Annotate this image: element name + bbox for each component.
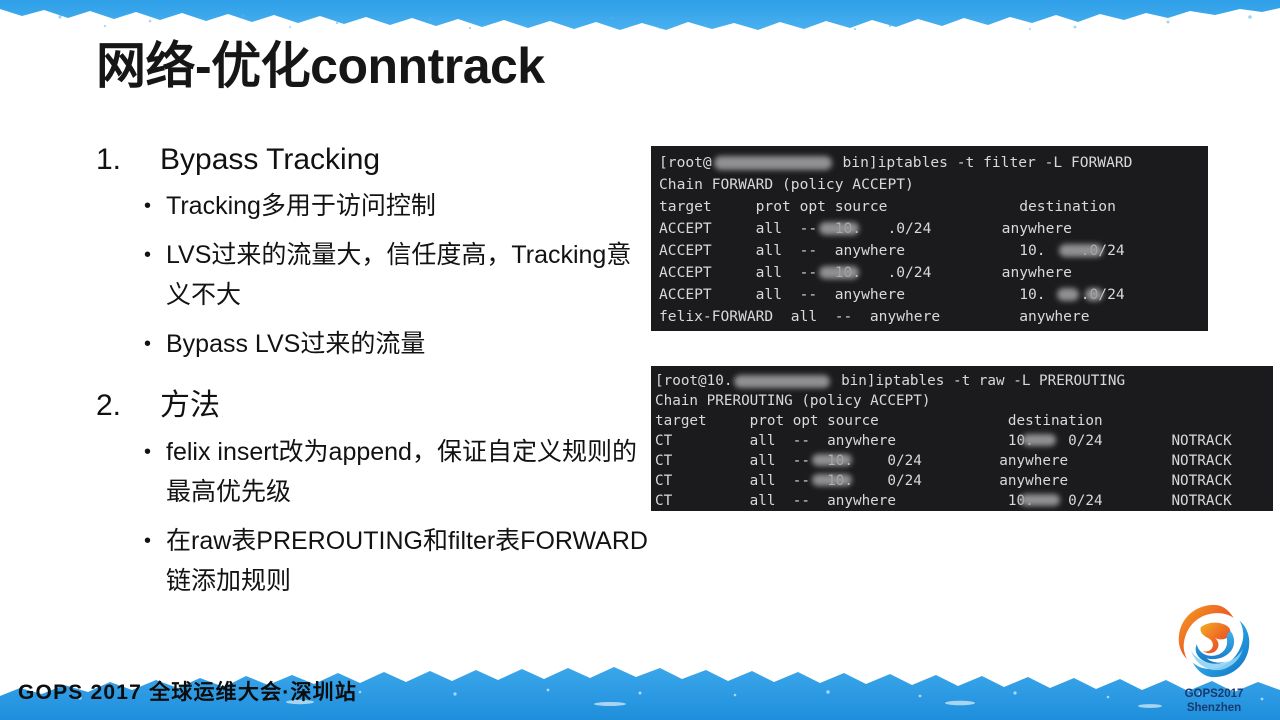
top-brush-shape [0, 0, 1280, 30]
terminal-column-header: target prot opt source destination [659, 198, 1116, 215]
redaction-mask [819, 222, 859, 235]
redaction-mask [734, 374, 831, 388]
list-item-label: Bypass LVS过来的流量 [166, 330, 426, 358]
table-row-text: ACCEPT all -- 10. .0/24 anywhere [659, 264, 1072, 281]
terminal-prompt-line: [root@10. bin]iptables -t raw -L PREROUT… [655, 371, 1273, 391]
table-row-text: CT all -- anywhere 10. 0/24 NOTRACK [655, 493, 1232, 509]
table-row-text: CT all -- 10. 0/24 anywhere NOTRACK [655, 473, 1232, 489]
redaction-mask [1059, 244, 1103, 257]
bullet-icon: • [144, 195, 152, 217]
table-row: ACCEPT all -- 10. .0/24 anywhere [659, 218, 1208, 240]
numbered-item-2-row: 2. 方法 [96, 384, 656, 428]
terminal-prompt-suffix: bin]iptables -t raw -L PREROUTING [832, 373, 1126, 389]
logo-caption-line1: GOPS2017 [1184, 688, 1244, 700]
gops-logo-icon [1178, 604, 1250, 678]
terminal-chain-line: Chain FORWARD (policy ACCEPT) [659, 176, 914, 193]
list-item: • Tracking多用于访问控制 [96, 186, 656, 226]
top-brush-svg [0, 0, 1280, 31]
numbered-item-1-row: 1. Bypass Tracking [96, 138, 656, 182]
page-title: 网络-优化conntrack [96, 38, 545, 94]
list-item-label: felix insert改为append，保证自定义规则的最高优先级 [166, 438, 637, 506]
list-item: • LVS过来的流量大，信任度高，Tracking意义不大 [96, 235, 656, 315]
bullet-icon: • [144, 441, 152, 463]
redaction-mask [812, 454, 852, 466]
redaction-mask [1057, 288, 1079, 301]
numbered-item-2: 2. 方法 • felix insert改为append，保证自定义规则的最高优… [96, 384, 656, 601]
list-item: • 在raw表PREROUTING和filter表FORWARD链添加规则 [96, 521, 656, 601]
terminal-column-header: target prot opt source destination [655, 413, 1103, 429]
table-row: ACCEPT all -- 10. .0/24 anywhere [659, 262, 1208, 284]
bullet-icon: • [144, 244, 152, 266]
footer-brand-text: GOPS 2017 全球运维大会·深圳站 [18, 681, 358, 704]
terminal-screenshot-raw-prerouting: [root@10. bin]iptables -t raw -L PREROUT… [651, 366, 1273, 511]
list-item-label: 在raw表PREROUTING和filter表FORWARD链添加规则 [166, 527, 648, 595]
logo-caption-line2: Shenzhen [1186, 702, 1242, 714]
terminal-prompt-line: [root@ bin]iptables -t filter -L FORWARD [659, 152, 1208, 174]
terminal-chain-line: Chain PREROUTING (policy ACCEPT) [655, 393, 931, 409]
table-row: ACCEPT all -- anywhere 10. .0/24 [659, 240, 1208, 262]
list-item-label: LVS过来的流量大，信任度高，Tracking意义不大 [166, 241, 632, 309]
numbered-item-2-sublist: • felix insert改为append，保证自定义规则的最高优先级 • 在… [96, 432, 656, 601]
numbered-item-2-marker: 2. [96, 389, 122, 422]
content-body: 1. Bypass Tracking • Tracking多用于访问控制 • L… [96, 138, 656, 610]
redaction-mask [1085, 288, 1103, 301]
table-row: CT all -- 10. 0/24 anywhere NOTRACK [655, 471, 1273, 491]
numbered-item-1-heading: Bypass Tracking [160, 143, 381, 176]
table-row: ACCEPT all -- anywhere 10. .0/24 [659, 284, 1208, 306]
table-row-text: ACCEPT all -- anywhere 10. .0/24 [659, 286, 1125, 303]
terminal-prompt-prefix: [root@10. [655, 373, 733, 389]
redaction-mask [1022, 434, 1056, 446]
bullet-icon: • [144, 333, 152, 355]
numbered-item-1-marker: 1. [96, 143, 122, 176]
list-item: • felix insert改为append，保证自定义规则的最高优先级 [96, 432, 656, 512]
bullet-icon: • [144, 530, 152, 552]
table-row-text: ACCEPT all -- 10. .0/24 anywhere [659, 220, 1072, 237]
table-row: CT all -- 10. 0/24 anywhere NOTRACK [655, 451, 1273, 471]
redaction-mask [812, 474, 852, 486]
terminal-prompt-prefix: [root@ [659, 154, 712, 171]
redaction-mask [1020, 494, 1060, 506]
top-brush-banner [0, 0, 1280, 34]
redaction-mask [819, 266, 859, 279]
table-row-text: ACCEPT all -- anywhere 10. .0/24 [659, 242, 1125, 259]
terminal-prompt-suffix: bin]iptables -t filter -L FORWARD [833, 154, 1133, 171]
terminal-screenshot-filter-forward: [root@ bin]iptables -t filter -L FORWARD… [651, 146, 1208, 331]
list-item-label: Tracking多用于访问控制 [166, 192, 436, 220]
list-item: • Bypass LVS过来的流量 [96, 324, 656, 364]
table-row-text: CT all -- anywhere 10. 0/24 NOTRACK [655, 433, 1232, 449]
table-row: felix-FORWARD all -- anywhere anywhere [659, 308, 1090, 325]
numbered-item-2-heading: 方法 [160, 389, 220, 422]
numbered-item-1-sublist: • Tracking多用于访问控制 • LVS过来的流量大，信任度高，Track… [96, 186, 656, 364]
table-row-text: CT all -- 10. 0/24 anywhere NOTRACK [655, 453, 1232, 469]
numbered-item-1: 1. Bypass Tracking • Tracking多用于访问控制 • L… [96, 138, 656, 364]
gops-logo: GOPS2017 Shenzhen [1162, 600, 1266, 714]
redaction-mask [713, 156, 832, 170]
slide-canvas: 网络-优化conntrack 1. Bypass Tracking • Trac… [0, 0, 1280, 720]
table-row: CT all -- anywhere 10. 0/24 NOTRACK [655, 491, 1273, 511]
table-row: CT all -- anywhere 10. 0/24 NOTRACK [655, 431, 1273, 451]
